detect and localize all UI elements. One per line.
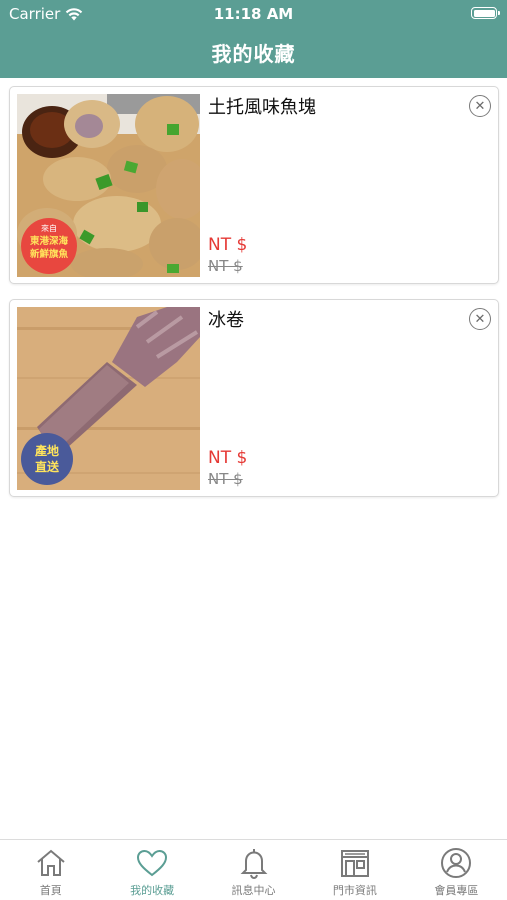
svg-text:產地: 產地 <box>34 443 59 458</box>
favorite-item[interactable]: 來自 東港深海 新鮮旗魚 土托風味魚塊 ✕ NT $ NT $ <box>9 86 499 284</box>
remove-favorite-button[interactable]: ✕ <box>469 95 491 117</box>
tab-stores[interactable]: 門市資訊 <box>304 840 405 900</box>
close-icon: ✕ <box>474 311 486 327</box>
status-bar: Carrier 11:18 AM <box>0 0 507 28</box>
product-image[interactable]: 來自 東港深海 新鮮旗魚 <box>17 94 200 277</box>
tab-label: 我的收藏 <box>130 884 175 897</box>
remove-favorite-button[interactable]: ✕ <box>469 308 491 330</box>
home-icon <box>37 849 65 876</box>
favorite-item[interactable]: 產地 直送 冰卷 ✕ NT $ NT $ <box>9 299 499 497</box>
page-title: 我的收藏 <box>211 42 296 66</box>
tab-member[interactable]: 會員專區 <box>406 840 507 900</box>
product-image[interactable]: 產地 直送 <box>17 307 200 490</box>
status-time: 11:18 AM <box>213 5 294 23</box>
navigation-header: Carrier 11:18 AM 我的收藏 <box>0 0 507 78</box>
tab-label: 首頁 <box>39 884 62 897</box>
product-original-price: NT $ <box>208 470 243 488</box>
tab-home[interactable]: 首頁 <box>0 840 101 900</box>
tab-favorites[interactable]: 我的收藏 <box>101 840 202 900</box>
product-name[interactable]: 冰卷 <box>208 306 244 332</box>
heart-icon <box>137 849 168 877</box>
battery-icon <box>471 7 500 19</box>
tab-label: 會員專區 <box>434 884 479 897</box>
fried-fish-photo: 來自 東港深海 新鮮旗魚 <box>17 94 200 277</box>
app-screen: Carrier 11:18 AM 我的收藏 來自 東港深海 新鮮旗魚 土托風味魚… <box>0 0 507 900</box>
bell-icon <box>240 849 267 880</box>
close-icon: ✕ <box>474 98 486 114</box>
svg-text:東港深海: 東港深海 <box>29 235 69 247</box>
store-icon <box>340 850 369 877</box>
svg-text:新鮮旗魚: 新鮮旗魚 <box>30 248 69 260</box>
product-original-price: NT $ <box>208 257 243 275</box>
svg-text:來自: 來自 <box>41 223 57 233</box>
user-icon <box>441 848 472 878</box>
tab-messages[interactable]: 訊息中心 <box>203 840 304 900</box>
svg-text:直送: 直送 <box>35 459 60 474</box>
product-price: NT $ <box>208 448 248 468</box>
tab-label: 門市資訊 <box>332 884 377 897</box>
promo-badge <box>21 433 73 485</box>
product-price: NT $ <box>208 235 248 255</box>
bottom-tab-bar: 首頁 我的收藏 訊息中心 門市資訊 會員專區 <box>0 839 507 900</box>
tab-label: 訊息中心 <box>231 884 276 897</box>
squid-photo: 產地 直送 <box>17 307 200 490</box>
product-name[interactable]: 土托風味魚塊 <box>208 93 316 119</box>
